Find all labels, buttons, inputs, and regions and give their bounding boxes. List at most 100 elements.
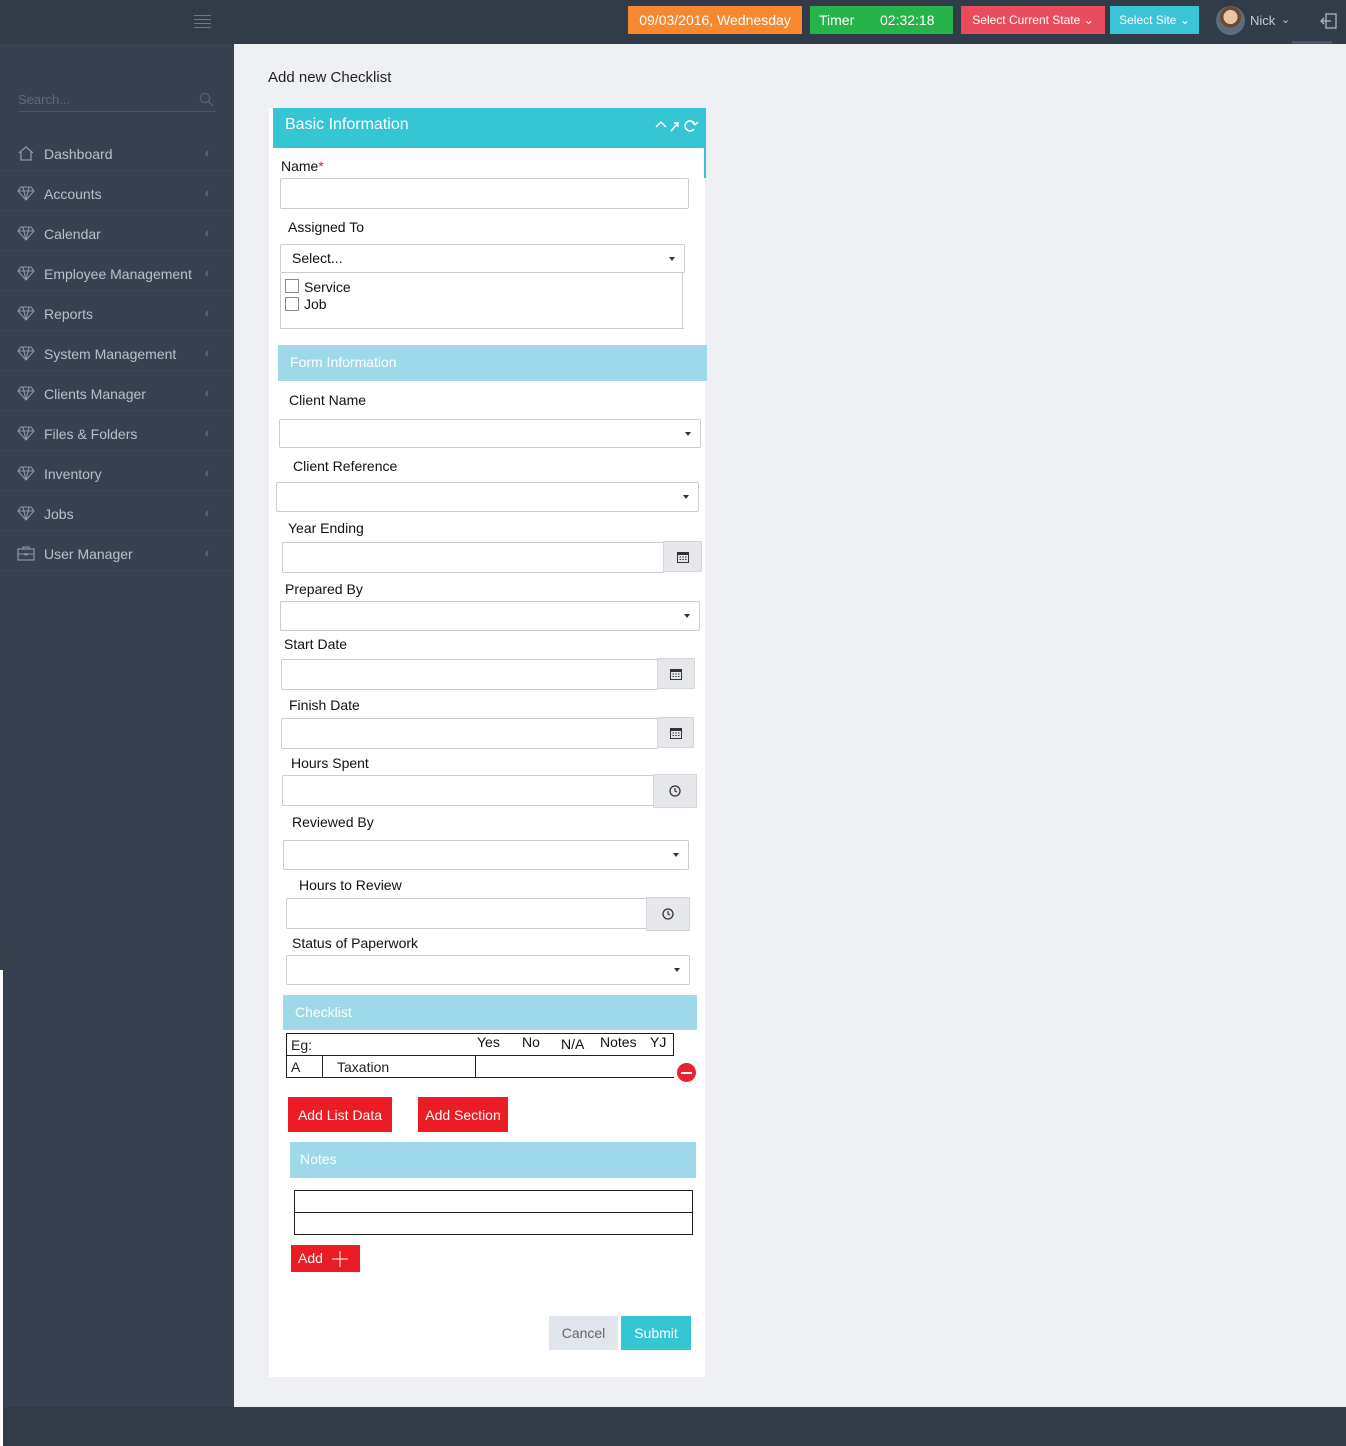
column-header-yes: Yes [477, 1034, 500, 1050]
hours-spent-time-button[interactable] [653, 774, 697, 808]
assigned-to-label: Assigned To [288, 219, 365, 235]
row-options[interactable] [475, 1055, 674, 1078]
sidebar-item-label: Files & Folders [44, 426, 138, 442]
diamond-icon [17, 226, 35, 241]
table-row[interactable]: A Taxation [286, 1055, 674, 1078]
finish-date-label: Finish Date [289, 697, 360, 713]
year-ending-calendar-button[interactable] [663, 541, 702, 572]
chevron-left-icon: ‹ [205, 186, 209, 200]
client-reference-label: Client Reference [293, 458, 398, 474]
notes-table[interactable] [294, 1190, 693, 1235]
sidebar-item-clients-manager[interactable]: Clients Manager ‹ [0, 374, 234, 414]
sidebar-item-label: Inventory [44, 466, 102, 482]
sidebar-item-dashboard[interactable]: Dashboard ‹ [0, 134, 234, 174]
sidebar-item-employee-management[interactable]: Employee Management ‹ [0, 254, 234, 294]
submit-button[interactable]: Submit [621, 1316, 691, 1350]
finish-date-field[interactable] [281, 718, 658, 749]
client-name-select[interactable] [279, 419, 701, 448]
timer-badge[interactable]: Timer 02:32:18 [810, 6, 953, 34]
footer-edge [0, 1407, 3, 1446]
add-section-button[interactable]: Add Section [418, 1097, 508, 1132]
sidebar-item-system-management[interactable]: System Management ‹ [0, 334, 234, 374]
finish-date-calendar-button[interactable] [657, 717, 694, 748]
select-current-state-button[interactable]: Select Current State ⌄ [961, 6, 1105, 34]
reviewed-by-label: Reviewed By [292, 814, 374, 830]
start-date-field[interactable] [281, 659, 658, 690]
logout-icon[interactable] [1320, 12, 1338, 30]
sidebar-nav: Dashboard ‹ Accounts ‹ Calendar ‹ Employee Man… [0, 134, 234, 574]
expand-icon [670, 122, 679, 132]
job-option-label[interactable]: Job [304, 296, 327, 312]
hours-spent-field[interactable] [282, 775, 654, 806]
timer-value: 02:32:18 [880, 12, 935, 28]
sidebar-item-jobs[interactable]: Jobs ‹ [0, 494, 234, 534]
select-site-button[interactable]: Select Site ⌄ [1110, 6, 1199, 34]
form-information-header: Form Information [278, 345, 707, 381]
select-state-label: Select Current State [972, 13, 1081, 27]
column-header-yj: YJ [650, 1034, 667, 1050]
date-badge: 09/03/2016, Wednesday [628, 6, 802, 34]
column-header-no: No [522, 1034, 540, 1050]
diamond-icon [17, 426, 35, 441]
chevron-left-icon: ‹ [205, 146, 209, 160]
sidebar-item-calendar[interactable]: Calendar ‹ [0, 214, 234, 254]
chevron-left-icon: ‹ [205, 386, 209, 400]
remove-row-button[interactable] [677, 1063, 696, 1082]
sidebar-item-label: Employee Management [44, 266, 192, 282]
name-label: Name* [281, 158, 324, 174]
cancel-button[interactable]: Cancel [549, 1316, 618, 1350]
table-row[interactable] [295, 1213, 692, 1235]
sidebar-item-label: User Manager [44, 546, 133, 562]
year-ending-field[interactable] [282, 542, 664, 573]
sidebar-item-reports[interactable]: Reports ‹ [0, 294, 234, 334]
sidebar-edge [0, 970, 3, 1407]
column-header-notes: Notes [600, 1034, 637, 1050]
collapse-icon [655, 120, 667, 128]
assigned-to-select[interactable]: Select... [280, 244, 685, 273]
clock-icon [669, 785, 681, 797]
sidebar-item-inventory[interactable]: Inventory ‹ [0, 454, 234, 494]
sidebar-item-label: Jobs [44, 506, 74, 522]
hours-to-review-field[interactable] [286, 898, 647, 929]
diamond-icon [17, 266, 35, 281]
menu-toggle-icon[interactable] [194, 15, 211, 28]
add-list-data-button[interactable]: Add List Data [288, 1097, 392, 1132]
chevron-left-icon: ‹ [205, 426, 209, 440]
reviewed-by-select[interactable] [283, 840, 689, 870]
user-name[interactable]: Nick [1250, 13, 1275, 28]
sidebar-item-label: System Management [44, 346, 177, 362]
example-label: Eg: [291, 1036, 313, 1053]
caret-down-icon [683, 495, 689, 499]
footer-bar [0, 1407, 1346, 1446]
briefcase-icon [17, 546, 35, 561]
basic-information-header: Basic Information [273, 108, 706, 148]
checklist-header: Checklist [283, 995, 697, 1030]
sidebar-item-accounts[interactable]: Accounts ‹ [0, 174, 234, 214]
name-field[interactable] [280, 178, 689, 209]
required-marker: * [318, 158, 324, 174]
caret-down-icon [674, 968, 680, 972]
chevron-down-icon[interactable]: ⌄ [1281, 13, 1290, 26]
prepared-by-select[interactable] [280, 601, 700, 631]
diamond-icon [17, 346, 35, 361]
job-checkbox[interactable] [285, 297, 299, 311]
row-item[interactable]: Taxation [322, 1055, 476, 1078]
avatar[interactable] [1216, 6, 1245, 35]
table-row[interactable] [295, 1191, 692, 1213]
start-date-calendar-button[interactable] [657, 658, 695, 689]
search-input[interactable] [18, 88, 188, 110]
hours-to-review-label: Hours to Review [299, 877, 402, 893]
add-note-button[interactable]: Add [291, 1245, 360, 1272]
client-reference-select[interactable] [276, 482, 699, 512]
clock-icon [662, 908, 674, 920]
sidebar-item-label: Clients Manager [44, 386, 146, 402]
hours-to-review-time-button[interactable] [646, 897, 690, 931]
sidebar-item-files-folders[interactable]: Files & Folders ‹ [0, 414, 234, 454]
chevron-down-icon: ⌄ [1179, 13, 1190, 27]
service-option-label[interactable]: Service [304, 279, 351, 295]
service-checkbox[interactable] [285, 279, 299, 293]
timer-label: Timer [819, 12, 855, 28]
sidebar-item-user-manager[interactable]: User Manager ‹ [0, 534, 234, 574]
search-icon[interactable] [199, 92, 214, 107]
status-of-paperwork-select[interactable] [286, 955, 690, 985]
